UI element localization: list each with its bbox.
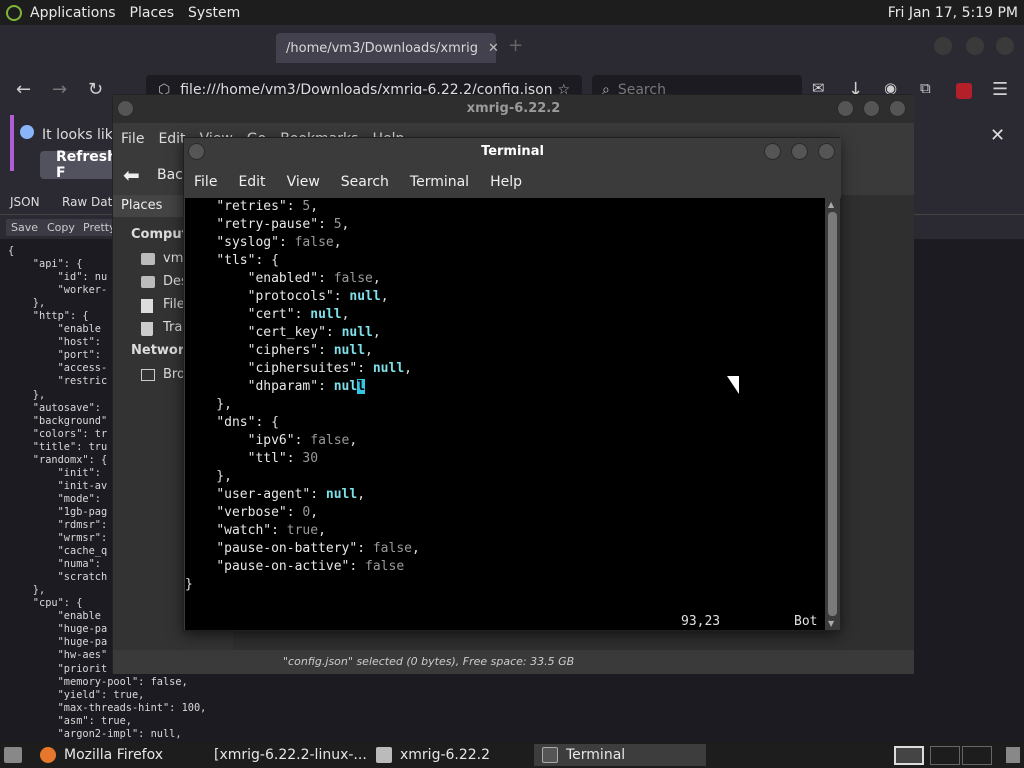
terminal-menu-terminal[interactable]: Terminal bbox=[410, 174, 469, 190]
terminal-scrollbar-thumb[interactable] bbox=[828, 212, 837, 616]
fm-back-arrow-icon[interactable]: ⬅ bbox=[123, 163, 140, 187]
fm-menu-file[interactable]: File bbox=[121, 131, 144, 147]
fm-close-icon[interactable] bbox=[889, 100, 906, 117]
file-manager-title: xmrig-6.22.2 bbox=[113, 95, 914, 123]
extensions-icon[interactable]: ⧉ bbox=[920, 79, 931, 97]
sidebar-item-trash[interactable]: Tra bbox=[163, 320, 182, 335]
show-desktop-icon[interactable] bbox=[4, 747, 22, 763]
taskbar-item-xmrig-folder[interactable]: xmrig-6.22.2 bbox=[368, 744, 534, 766]
workspace-2-icon[interactable] bbox=[930, 746, 960, 765]
back-arrow-icon[interactable]: ← bbox=[16, 79, 31, 100]
notification-close-icon[interactable]: ✕ bbox=[990, 125, 1005, 146]
terminal-scrollbar[interactable]: ▲ ▼ bbox=[825, 198, 840, 630]
desktop-folder-icon bbox=[141, 276, 155, 288]
terminal-menu-edit[interactable]: Edit bbox=[238, 174, 265, 190]
workspace-3-icon[interactable] bbox=[962, 746, 992, 765]
tab-title: /home/vm3/Downloads/xmrig bbox=[286, 40, 478, 56]
clock[interactable]: Fri Jan 17, 5:19 PM bbox=[888, 5, 1018, 21]
system-menu[interactable]: System bbox=[188, 5, 240, 21]
trash-icon bbox=[141, 322, 153, 336]
tab-close-icon[interactable]: ✕ bbox=[488, 41, 499, 56]
taskbar: Mozilla Firefox [xmrig-6.22.2-linux-... … bbox=[0, 742, 1024, 768]
notification-text: It looks like bbox=[42, 127, 121, 143]
forward-arrow-icon[interactable]: → bbox=[52, 79, 67, 100]
distro-logo-icon[interactable] bbox=[6, 4, 22, 21]
ublock-icon[interactable] bbox=[956, 83, 972, 99]
terminal-screen[interactable]: "retries": 5, "retry-pause": 5, "syslog"… bbox=[185, 198, 825, 630]
taskbar-firefox-label: Mozilla Firefox bbox=[64, 747, 164, 763]
places-menu[interactable]: Places bbox=[130, 5, 175, 21]
home-folder-icon bbox=[141, 253, 155, 265]
network-icon bbox=[141, 369, 155, 381]
firefox-icon bbox=[40, 747, 56, 763]
terminal-minimize-icon[interactable] bbox=[764, 143, 781, 160]
firefox-maximize-icon[interactable] bbox=[966, 37, 984, 55]
taskbar-folder-label: xmrig-6.22.2 bbox=[400, 747, 491, 763]
terminal-menu-help[interactable]: Help bbox=[490, 174, 522, 190]
sidebar-item-browse-network[interactable]: Bro bbox=[163, 367, 185, 382]
firefox-inactive-tab[interactable] bbox=[40, 33, 260, 63]
file-manager-status: "config.json" selected (0 bytes), Free s… bbox=[113, 650, 914, 674]
fm-maximize-icon[interactable] bbox=[863, 100, 880, 117]
mouse-pointer-icon bbox=[727, 376, 739, 394]
vim-cursor-position: 93,23 bbox=[681, 614, 721, 629]
terminal-window: Terminal File Edit View Search Terminal … bbox=[183, 137, 841, 631]
json-save-button[interactable]: Save bbox=[6, 219, 44, 236]
terminal-close-icon[interactable] bbox=[818, 143, 835, 160]
terminal-menubar: File Edit View Search Terminal Help bbox=[184, 166, 841, 198]
applications-menu[interactable]: Applications bbox=[30, 5, 116, 21]
menu-hamburger-icon[interactable]: ☰ bbox=[992, 79, 1008, 100]
json-tab[interactable]: JSON bbox=[10, 195, 40, 209]
terminal-menu-view[interactable]: View bbox=[287, 174, 320, 190]
firefox-tab-strip: /home/vm3/Downloads/xmrig ✕ + bbox=[0, 25, 1024, 71]
vim-scroll-indicator: Bot bbox=[794, 614, 818, 629]
info-icon bbox=[20, 125, 34, 139]
terminal-text: "retries": 5, "retry-pause": 5, "syslog"… bbox=[185, 199, 420, 592]
filesystem-icon bbox=[141, 299, 153, 313]
taskbar-item-terminal[interactable]: Terminal bbox=[534, 744, 706, 766]
terminal-menu-search[interactable]: Search bbox=[341, 174, 389, 190]
trash-applet-icon[interactable] bbox=[1006, 747, 1020, 763]
terminal-menu-file[interactable]: File bbox=[194, 174, 217, 190]
taskbar-terminal-label: Terminal bbox=[566, 747, 626, 763]
folder-icon bbox=[376, 747, 392, 763]
firefox-minimize-icon[interactable] bbox=[934, 37, 952, 55]
terminal-title: Terminal bbox=[184, 138, 841, 166]
workspace-switcher-icon[interactable] bbox=[894, 746, 924, 765]
taskbar-item-firefox[interactable]: Mozilla Firefox bbox=[32, 744, 198, 766]
fm-menu-edit[interactable]: Edit bbox=[158, 131, 185, 147]
top-panel: Applications Places System Fri Jan 17, 5… bbox=[0, 0, 1024, 25]
fm-window-menu-icon[interactable] bbox=[117, 100, 134, 117]
terminal-window-menu-icon[interactable] bbox=[188, 143, 205, 160]
text-cursor: l bbox=[357, 379, 366, 394]
reload-icon[interactable]: ↻ bbox=[88, 79, 103, 100]
scroll-up-icon[interactable]: ▲ bbox=[828, 200, 834, 209]
taskbar-item-xmrig-archive[interactable]: [xmrig-6.22.2-linux-... bbox=[198, 744, 368, 766]
scroll-down-icon[interactable]: ▼ bbox=[828, 619, 834, 628]
sidebar-item-filesystem[interactable]: File bbox=[163, 297, 185, 312]
fm-minimize-icon[interactable] bbox=[837, 100, 854, 117]
terminal-icon bbox=[542, 747, 558, 763]
taskbar-archive-label: [xmrig-6.22.2-linux-... bbox=[214, 747, 367, 763]
firefox-close-icon[interactable] bbox=[996, 37, 1014, 55]
new-tab-icon[interactable]: + bbox=[508, 35, 523, 56]
json-copy-button[interactable]: Copy bbox=[42, 219, 80, 236]
firefox-active-tab[interactable]: /home/vm3/Downloads/xmrig ✕ bbox=[276, 33, 499, 63]
terminal-maximize-icon[interactable] bbox=[791, 143, 808, 160]
